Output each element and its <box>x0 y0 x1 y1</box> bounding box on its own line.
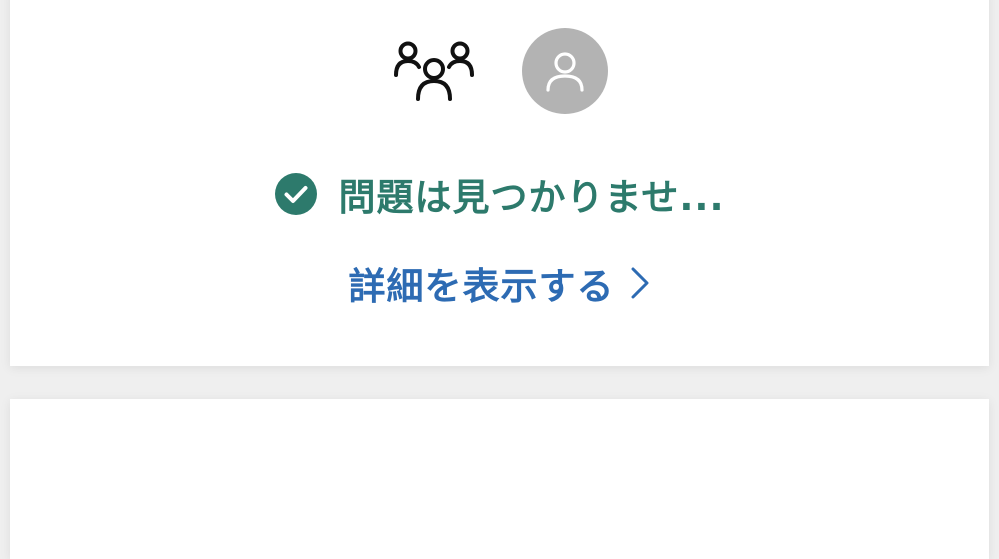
show-details-label: 詳細を表示する <box>348 265 615 308</box>
status-text: 問題は見つかりませ... <box>338 176 725 219</box>
show-details-link[interactable]: 詳細を表示する <box>10 258 989 308</box>
user-avatar-icon[interactable] <box>521 28 608 114</box>
group-icon[interactable] <box>392 37 476 105</box>
status-row: 問題は見つかりませ... <box>10 164 989 224</box>
check-circle-icon <box>274 172 318 216</box>
status-card: 問題は見つかりませ... 詳細を表示する <box>10 0 989 366</box>
participants-row <box>10 28 989 114</box>
chevron-right-icon <box>629 265 651 301</box>
empty-card <box>10 399 989 559</box>
